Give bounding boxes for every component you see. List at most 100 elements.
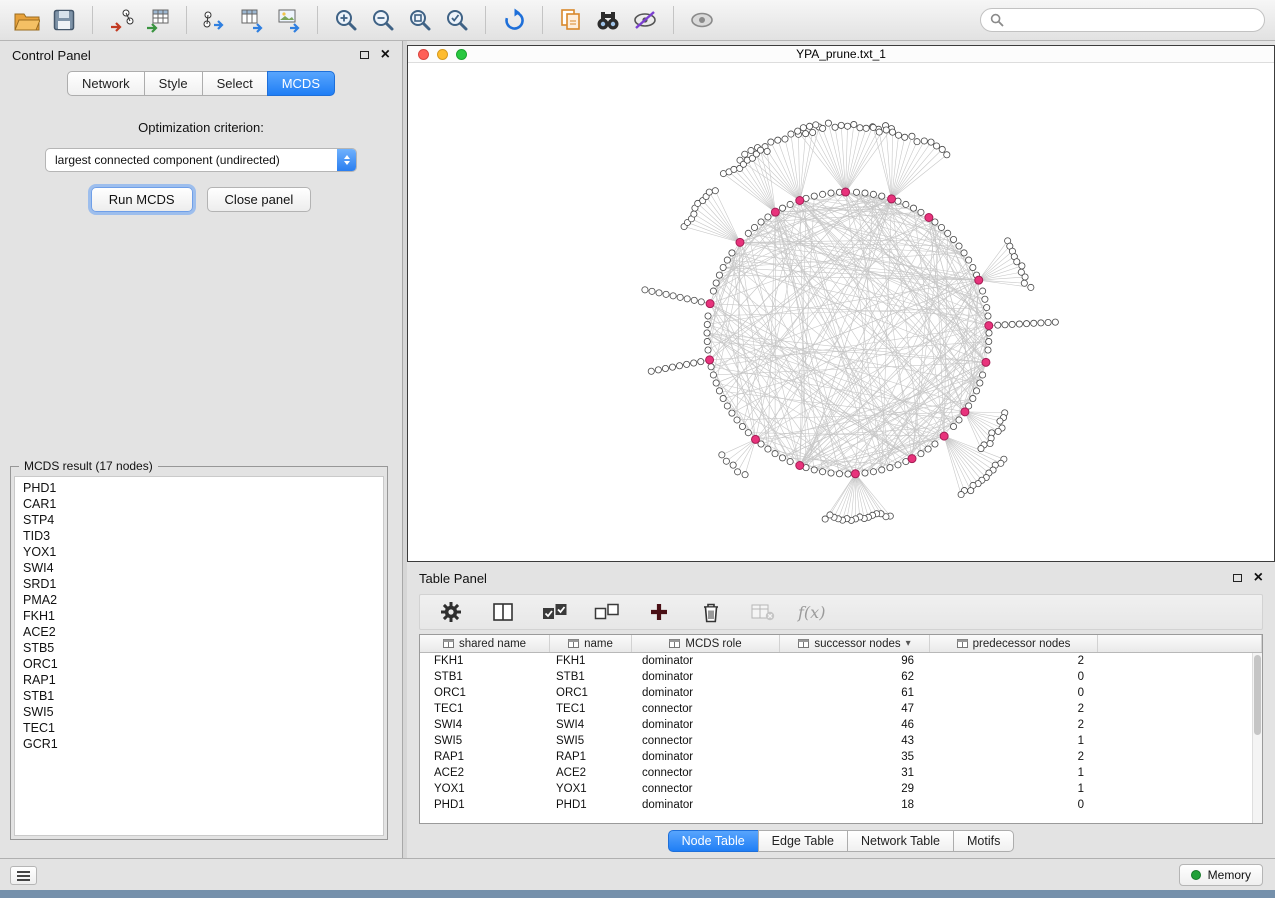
network-node[interactable] [1031, 320, 1037, 326]
network-node[interactable] [876, 129, 882, 135]
network-node[interactable] [811, 467, 817, 473]
select-all-button[interactable] [538, 596, 572, 628]
network-node[interactable] [944, 152, 950, 158]
table-row[interactable]: STB1 STB1 dominator 62 0 [420, 669, 1262, 685]
network-node[interactable] [800, 125, 806, 131]
network-node[interactable] [863, 125, 869, 131]
result-node[interactable]: ORC1 [23, 656, 375, 672]
close-panel-icon[interactable]: × [381, 47, 390, 63]
network-node[interactable] [716, 388, 722, 394]
network-node[interactable] [928, 139, 934, 145]
network-node[interactable] [932, 219, 938, 225]
network-node[interactable] [982, 296, 988, 302]
table-settings-button[interactable] [434, 596, 468, 628]
network-node[interactable] [713, 280, 719, 286]
table-row[interactable]: PHD1 PHD1 dominator 18 0 [420, 797, 1262, 813]
network-node[interactable] [822, 516, 828, 522]
result-node[interactable]: SRD1 [23, 576, 375, 592]
network-node[interactable] [742, 472, 748, 478]
result-node[interactable]: PHD1 [23, 480, 375, 496]
network-node[interactable] [745, 430, 751, 436]
import-network-button[interactable] [104, 4, 138, 36]
add-column-button[interactable] [642, 596, 676, 628]
network-node[interactable] [729, 250, 735, 256]
mcds-dominator-node[interactable] [985, 322, 993, 330]
network-node[interactable] [985, 347, 991, 353]
network-node[interactable] [870, 124, 876, 130]
tab-mcds[interactable]: MCDS [267, 71, 335, 96]
zoom-out-button[interactable] [366, 4, 400, 36]
network-node[interactable] [961, 250, 967, 256]
mcds-dominator-node[interactable] [796, 197, 804, 205]
network-node[interactable] [704, 330, 710, 336]
search-network-button[interactable] [591, 4, 625, 36]
network-node[interactable] [656, 290, 662, 296]
network-node[interactable] [742, 151, 748, 157]
network-node[interactable] [764, 148, 770, 154]
network-node[interactable] [691, 297, 697, 303]
mcds-dominator-node[interactable] [706, 356, 714, 364]
network-node[interactable] [933, 143, 939, 149]
zoom-fit-button[interactable] [403, 4, 437, 36]
result-node[interactable]: STB1 [23, 688, 375, 704]
mcds-result-list[interactable]: PHD1 CAR1 STP4 TID3 YOX1 SWI4 SRD1 PMA2 … [14, 476, 384, 836]
network-node[interactable] [997, 418, 1003, 424]
network-node[interactable] [730, 462, 736, 468]
mcds-dominator-node[interactable] [706, 300, 714, 308]
table-row[interactable]: FKH1 FKH1 dominator 96 2 [420, 653, 1262, 669]
search-field[interactable] [980, 8, 1265, 32]
network-node[interactable] [1021, 280, 1027, 286]
mcds-dominator-node[interactable] [975, 276, 983, 284]
zoom-selected-button[interactable] [440, 4, 474, 36]
minimize-window-icon[interactable] [437, 49, 448, 60]
network-node[interactable] [1045, 319, 1051, 325]
network-node[interactable] [862, 470, 868, 476]
network-node[interactable] [986, 330, 992, 336]
network-node[interactable] [765, 214, 771, 220]
network-node[interactable] [779, 455, 785, 461]
deselect-all-button[interactable] [590, 596, 624, 628]
result-node[interactable]: CAR1 [23, 496, 375, 512]
mcds-dominator-node[interactable] [940, 432, 948, 440]
network-node[interactable] [720, 264, 726, 270]
network-node[interactable] [765, 446, 771, 452]
network-node[interactable] [838, 122, 844, 128]
network-canvas[interactable] [408, 63, 1274, 561]
table-row[interactable]: SWI5 SWI5 connector 43 1 [420, 733, 1262, 749]
scrollbar-thumb[interactable] [1254, 655, 1261, 735]
network-node[interactable] [739, 423, 745, 429]
network-node[interactable] [903, 201, 909, 207]
network-node[interactable] [712, 188, 718, 194]
network-node[interactable] [713, 380, 719, 386]
network-node[interactable] [819, 469, 825, 475]
table-row[interactable]: TEC1 TEC1 connector 47 2 [420, 701, 1262, 717]
network-node[interactable] [820, 125, 826, 131]
network-node[interactable] [768, 139, 774, 145]
show-all-button[interactable] [685, 4, 719, 36]
result-node[interactable]: RAP1 [23, 672, 375, 688]
network-node[interactable] [984, 304, 990, 310]
network-node[interactable] [968, 488, 974, 494]
network-node[interactable] [729, 410, 735, 416]
network-node[interactable] [684, 296, 690, 302]
network-node[interactable] [1002, 322, 1008, 328]
open-session-button[interactable] [10, 4, 44, 36]
mcds-dominator-node[interactable] [842, 188, 850, 196]
network-node[interactable] [662, 365, 668, 371]
network-node[interactable] [787, 201, 793, 207]
mcds-dominator-node[interactable] [908, 455, 916, 463]
refresh-layout-button[interactable] [497, 4, 531, 36]
network-node[interactable] [980, 288, 986, 294]
mcds-dominator-node[interactable] [851, 470, 859, 478]
network-node[interactable] [811, 193, 817, 199]
network-node[interactable] [845, 471, 851, 477]
network-node[interactable] [902, 134, 908, 140]
network-node[interactable] [956, 243, 962, 249]
tab-motifs[interactable]: Motifs [953, 830, 1014, 852]
close-panel-button[interactable]: Close panel [207, 187, 312, 212]
network-node[interactable] [879, 467, 885, 473]
network-node[interactable] [731, 166, 737, 172]
network-node[interactable] [698, 299, 704, 305]
column-layout-button[interactable] [486, 596, 520, 628]
network-node[interactable] [795, 128, 801, 134]
